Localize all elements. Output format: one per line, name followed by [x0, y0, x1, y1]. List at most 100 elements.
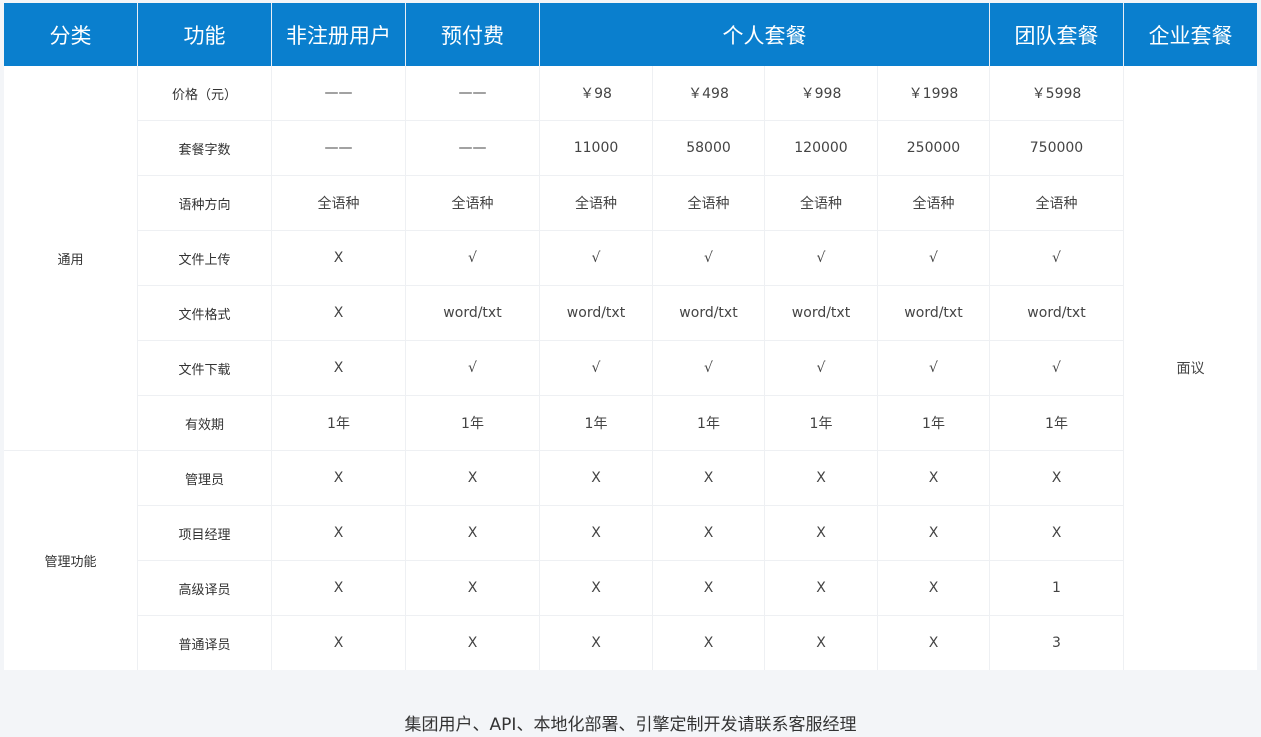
plan-value-cell: word/txt — [540, 285, 653, 340]
plan-value-cell: 250000 — [878, 120, 990, 175]
plan-value-cell: X — [990, 450, 1124, 505]
plan-value-cell: ￥1998 — [878, 66, 990, 120]
plan-value-cell: 3 — [990, 615, 1124, 670]
plan-value-cell: 1年 — [765, 395, 878, 450]
table-header-row: 分类 功能 非注册用户 预付费 个人套餐 团队套餐 企业套餐 — [4, 3, 1257, 66]
feature-label: 文件上传 — [138, 230, 272, 285]
feature-label: 有效期 — [138, 395, 272, 450]
table-row: 高级译员 X X X X X X 1 — [4, 560, 1257, 615]
plan-value-cell: √ — [765, 230, 878, 285]
plan-value-cell: 全语种 — [540, 175, 653, 230]
plan-value-cell: 全语种 — [272, 175, 406, 230]
plan-value-cell: X — [272, 560, 406, 615]
header-prepaid: 预付费 — [406, 3, 540, 66]
plan-value-cell: X — [272, 340, 406, 395]
plan-value-cell: word/txt — [878, 285, 990, 340]
plan-value-cell: 全语种 — [990, 175, 1124, 230]
plan-value-cell: ￥498 — [653, 66, 765, 120]
plan-value-cell: √ — [765, 340, 878, 395]
plan-value-cell: X — [653, 615, 765, 670]
table-row: 语种方向 全语种 全语种 全语种 全语种 全语种 全语种 全语种 — [4, 175, 1257, 230]
plan-value-cell: √ — [540, 230, 653, 285]
plan-value-cell: word/txt — [765, 285, 878, 340]
plan-value-cell: word/txt — [406, 285, 540, 340]
table-row: 通用 价格（元） —— —— ￥98 ￥498 ￥998 ￥1998 ￥5998 面议 — [4, 66, 1257, 670]
header-feature: 功能 — [138, 3, 272, 66]
plan-value-cell: √ — [540, 340, 653, 395]
plan-value-cell: —— — [406, 120, 540, 175]
plan-value-cell: 58000 — [653, 120, 765, 175]
plan-value-cell: X — [765, 505, 878, 560]
plan-value-cell: √ — [878, 230, 990, 285]
plan-value-cell: 750000 — [990, 120, 1124, 175]
plan-value-cell: X — [990, 505, 1124, 560]
header-personal: 个人套餐 — [540, 3, 990, 66]
header-enterprise: 企业套餐 — [1124, 3, 1257, 66]
table-row: 管理功能 管理员 X X X X X X X — [4, 450, 1257, 670]
plan-value-cell: X — [765, 450, 878, 505]
plan-value-cell: √ — [653, 230, 765, 285]
plan-value-cell: 120000 — [765, 120, 878, 175]
plan-value-cell: X — [653, 505, 765, 560]
category-management: 管理功能 — [4, 450, 138, 670]
plan-value-cell: X — [878, 615, 990, 670]
plan-value-cell: 全语种 — [878, 175, 990, 230]
plan-value-cell: 1年 — [272, 395, 406, 450]
plan-value-cell: word/txt — [653, 285, 765, 340]
plan-value-cell: 全语种 — [653, 175, 765, 230]
plan-value-cell: X — [878, 505, 990, 560]
table-row: 文件上传 X √ √ √ √ √ √ — [4, 230, 1257, 285]
enterprise-price-cell: 面议 — [1124, 66, 1257, 670]
plan-value-cell: X — [878, 450, 990, 505]
plan-value-cell: X — [765, 560, 878, 615]
plan-value-cell: √ — [406, 230, 540, 285]
table-row: 项目经理 X X X X X X X — [4, 505, 1257, 560]
plan-value-cell: ￥98 — [540, 66, 653, 120]
plan-value-cell: word/txt — [990, 285, 1124, 340]
plan-value-cell: X — [272, 230, 406, 285]
feature-label: 普通译员 — [138, 615, 272, 670]
table-row: 套餐字数 —— —— 11000 58000 120000 250000 750000 — [4, 120, 1257, 175]
plan-value-cell: X — [272, 505, 406, 560]
header-team: 团队套餐 — [990, 3, 1124, 66]
contact-note: 集团用户、API、本地化部署、引擎定制开发请联系客服经理 — [404, 715, 857, 735]
plan-value-cell: √ — [990, 340, 1124, 395]
plan-value-cell: ￥5998 — [990, 66, 1124, 120]
plan-value-cell: 1年 — [990, 395, 1124, 450]
plan-value-cell: —— — [272, 120, 406, 175]
plan-value-cell: X — [406, 615, 540, 670]
plan-value-cell: √ — [653, 340, 765, 395]
feature-label: 项目经理 — [138, 505, 272, 560]
feature-label: 套餐字数 — [138, 120, 272, 175]
header-unregistered: 非注册用户 — [272, 3, 406, 66]
plan-value-cell: X — [878, 560, 990, 615]
plan-value-cell: X — [765, 615, 878, 670]
plan-value-cell: 11000 — [540, 120, 653, 175]
table-row: 文件下载 X √ √ √ √ √ √ — [4, 340, 1257, 395]
feature-label: 文件格式 — [138, 285, 272, 340]
plan-value-cell: √ — [406, 340, 540, 395]
plan-value-cell: X — [540, 615, 653, 670]
table-row: 普通译员 X X X X X X 3 — [4, 615, 1257, 670]
plan-value-cell: X — [272, 450, 406, 505]
feature-label: 价格（元） — [138, 66, 272, 120]
plan-value-cell: 1年 — [540, 395, 653, 450]
header-category: 分类 — [4, 3, 138, 66]
plan-value-cell: X — [540, 560, 653, 615]
feature-label: 管理员 — [138, 450, 272, 505]
plan-value-cell: X — [272, 285, 406, 340]
plan-value-cell: X — [406, 560, 540, 615]
plan-value-cell: X — [653, 450, 765, 505]
plan-value-cell: X — [406, 450, 540, 505]
plan-value-cell: 1年 — [878, 395, 990, 450]
feature-label: 语种方向 — [138, 175, 272, 230]
plan-value-cell: X — [540, 505, 653, 560]
feature-label: 高级译员 — [138, 560, 272, 615]
table-row: 文件格式 Xword/txt word/txt word/txt word/txt wor… — [4, 285, 1257, 340]
plan-value-cell: 全语种 — [765, 175, 878, 230]
plan-value-cell: X — [653, 560, 765, 615]
plan-value-cell: √ — [878, 340, 990, 395]
plan-value-cell: 1年 — [406, 395, 540, 450]
plan-value-cell: —— — [272, 66, 406, 120]
plan-value-cell: 1 — [990, 560, 1124, 615]
